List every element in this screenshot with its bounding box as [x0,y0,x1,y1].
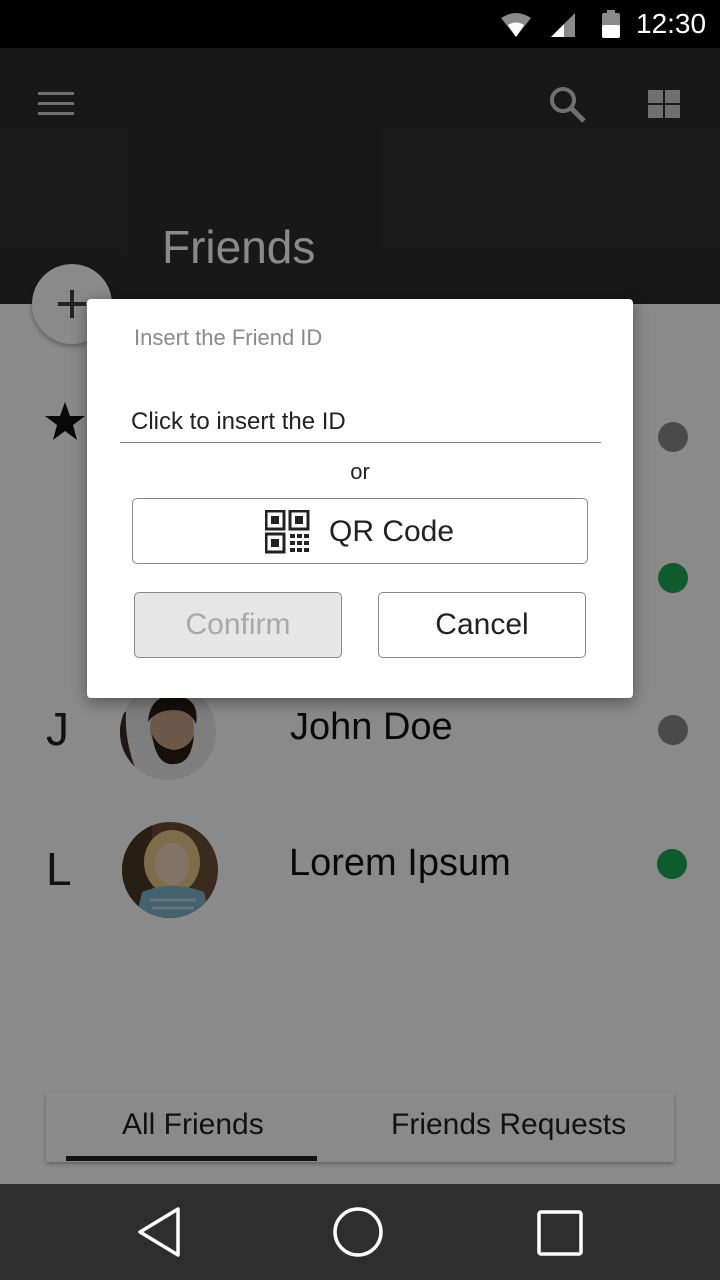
insert-friend-id-dialog: Insert the Friend ID or QR Code Confirm … [87,299,633,698]
qr-code-button[interactable]: QR Code [132,498,588,564]
status-bar: 12:30 [0,0,720,48]
back-icon[interactable] [136,1206,182,1258]
cancel-button[interactable]: Cancel [378,592,586,658]
qr-code-label: QR Code [329,515,455,548]
battery-icon [602,10,620,38]
system-nav-bar [0,1184,720,1280]
wifi-icon [501,13,531,37]
recents-icon[interactable] [536,1209,584,1257]
or-separator: or [350,459,370,484]
qr-code-icon [265,510,310,554]
dialog-title: Insert the Friend ID [134,325,323,350]
confirm-button[interactable]: Confirm [134,592,342,658]
home-icon[interactable] [332,1206,384,1258]
friend-id-input[interactable] [120,401,601,443]
clock: 12:30 [636,8,707,39]
signal-icon [551,13,575,37]
